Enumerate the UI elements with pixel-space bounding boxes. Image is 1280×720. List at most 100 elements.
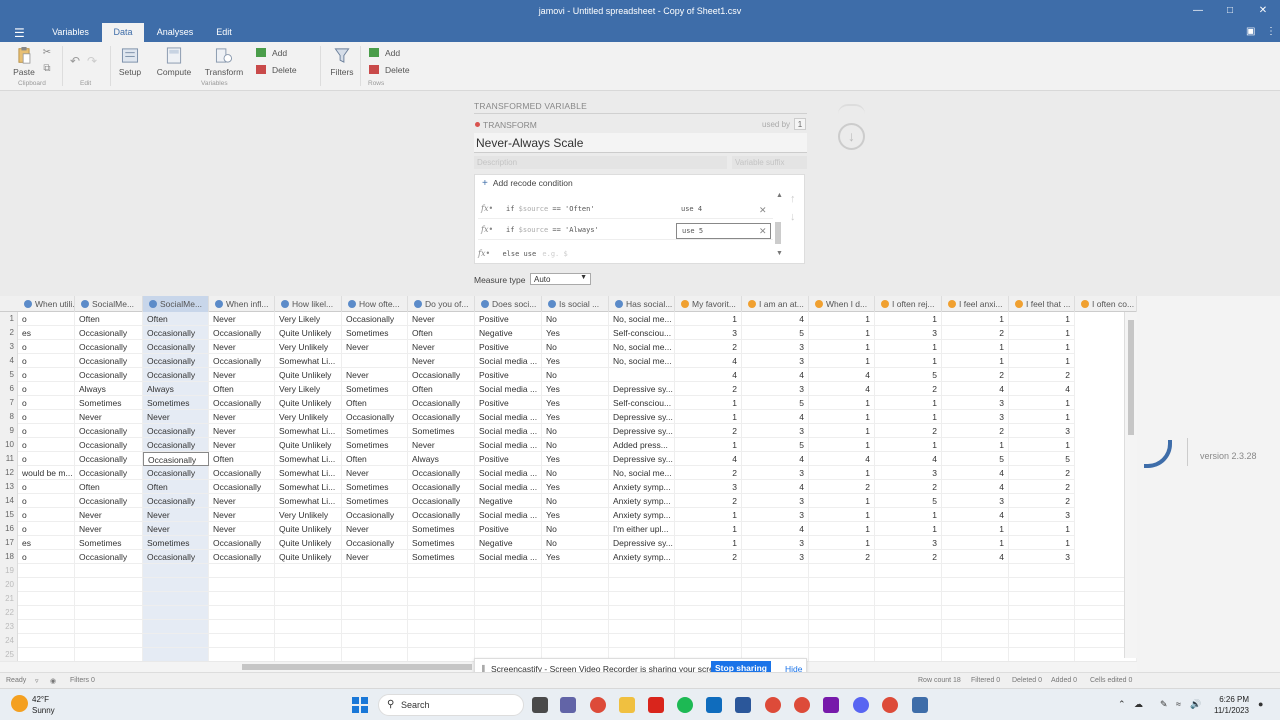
table-cell[interactable]: Occasionally xyxy=(342,508,408,522)
table-cell[interactable] xyxy=(275,634,342,648)
table-cell[interactable]: 1 xyxy=(675,438,742,452)
table-cell[interactable] xyxy=(809,606,875,620)
table-cell[interactable]: Always xyxy=(75,382,143,396)
table-cell[interactable]: Always xyxy=(143,382,209,396)
weather-condition[interactable]: Sunny xyxy=(32,706,55,715)
table-cell[interactable] xyxy=(18,606,75,620)
table-cell[interactable]: Occasionally xyxy=(75,354,143,368)
table-cell[interactable]: Never xyxy=(143,522,209,536)
table-cell[interactable]: Occasionally xyxy=(143,354,209,368)
table-cell[interactable] xyxy=(742,620,809,634)
table-cell[interactable]: Always xyxy=(408,452,475,466)
table-cell[interactable]: Occasionally xyxy=(408,466,475,480)
table-cell[interactable]: No xyxy=(542,536,609,550)
table-cell[interactable]: 1 xyxy=(675,508,742,522)
table-cell[interactable]: 2 xyxy=(675,382,742,396)
table-cell[interactable]: Social media ... xyxy=(475,466,542,480)
table-cell[interactable]: Sometimes xyxy=(342,326,408,340)
table-cell[interactable]: Negative xyxy=(475,536,542,550)
table-cell[interactable]: 2 xyxy=(675,494,742,508)
redo-icon[interactable]: ↷ xyxy=(87,54,97,68)
table-cell[interactable]: Often xyxy=(209,452,275,466)
table-cell[interactable] xyxy=(342,592,408,606)
table-cell[interactable] xyxy=(209,634,275,648)
table-cell[interactable] xyxy=(609,592,675,606)
table-cell[interactable] xyxy=(18,620,75,634)
task-view-icon[interactable] xyxy=(532,697,548,713)
file-explorer-icon[interactable] xyxy=(619,697,635,713)
table-cell[interactable]: Never xyxy=(209,438,275,452)
table-cell[interactable] xyxy=(542,620,609,634)
table-cell[interactable] xyxy=(809,578,875,592)
tab-edit[interactable]: Edit xyxy=(206,23,242,42)
table-cell[interactable]: Sometimes xyxy=(75,536,143,550)
table-cell[interactable] xyxy=(18,578,75,592)
paste-button[interactable]: Paste xyxy=(12,47,36,77)
table-cell[interactable]: Negative xyxy=(475,494,542,508)
table-cell[interactable]: Occasionally xyxy=(75,424,143,438)
table-cell[interactable]: Occasionally xyxy=(75,340,143,354)
table-cell[interactable]: 1 xyxy=(1009,340,1075,354)
table-cell[interactable]: 1 xyxy=(1009,410,1075,424)
table-cell[interactable]: Very Unlikely xyxy=(275,340,342,354)
condition-expression[interactable]: if $source == 'Always' xyxy=(506,226,599,234)
table-cell[interactable] xyxy=(1009,578,1075,592)
table-cell[interactable] xyxy=(809,564,875,578)
table-cell[interactable]: 1 xyxy=(875,508,942,522)
table-cell[interactable] xyxy=(475,578,542,592)
table-cell[interactable]: Yes xyxy=(542,410,609,424)
notification-icon[interactable]: ● xyxy=(1258,699,1263,709)
minimize-icon[interactable]: — xyxy=(1191,4,1205,18)
table-cell[interactable]: Never xyxy=(143,508,209,522)
table-cell[interactable]: Somewhat Li... xyxy=(275,452,342,466)
table-cell[interactable]: 4 xyxy=(675,368,742,382)
table-cell[interactable]: Never xyxy=(209,508,275,522)
table-cell[interactable] xyxy=(609,564,675,578)
column-header[interactable]: Does soci... xyxy=(475,296,542,312)
table-cell[interactable]: Yes xyxy=(542,354,609,368)
conditions-scrollbar[interactable] xyxy=(775,222,781,244)
table-cell[interactable]: 1 xyxy=(942,522,1009,536)
table-cell[interactable]: Anxiety symp... xyxy=(609,550,675,564)
row-number[interactable]: 6 xyxy=(0,382,18,396)
table-cell[interactable] xyxy=(342,354,408,368)
teams-icon[interactable] xyxy=(560,697,576,713)
table-cell[interactable]: 4 xyxy=(942,466,1009,480)
column-header[interactable]: Do you of... xyxy=(408,296,475,312)
table-cell[interactable]: Never xyxy=(408,438,475,452)
table-cell[interactable]: Occasionally xyxy=(143,340,209,354)
table-cell[interactable]: 1 xyxy=(875,438,942,452)
table-cell[interactable]: 5 xyxy=(742,438,809,452)
table-cell[interactable]: 5 xyxy=(742,326,809,340)
table-cell[interactable]: 3 xyxy=(1009,508,1075,522)
table-cell[interactable]: 1 xyxy=(809,466,875,480)
remove-condition-icon[interactable]: ✕ xyxy=(759,226,767,237)
table-cell[interactable]: 3 xyxy=(742,354,809,368)
table-cell[interactable]: 3 xyxy=(742,508,809,522)
table-cell[interactable] xyxy=(542,564,609,578)
table-cell[interactable]: Occasionally xyxy=(408,410,475,424)
table-cell[interactable]: 4 xyxy=(875,452,942,466)
table-cell[interactable]: Occasionally xyxy=(75,466,143,480)
row-number[interactable]: 5 xyxy=(0,368,18,382)
table-cell[interactable] xyxy=(342,564,408,578)
table-cell[interactable] xyxy=(809,592,875,606)
table-cell[interactable] xyxy=(209,620,275,634)
table-cell[interactable]: es xyxy=(18,326,75,340)
table-cell[interactable] xyxy=(18,648,75,661)
table-cell[interactable]: 1 xyxy=(942,354,1009,368)
table-cell[interactable]: 5 xyxy=(875,494,942,508)
spotify-icon[interactable] xyxy=(677,697,693,713)
function-icon[interactable]: fx• xyxy=(481,204,493,213)
table-cell[interactable] xyxy=(408,592,475,606)
onenote-icon[interactable] xyxy=(823,697,839,713)
table-cell[interactable]: Anxiety symp... xyxy=(609,480,675,494)
row-number[interactable]: 20 xyxy=(0,578,18,592)
table-cell[interactable]: 1 xyxy=(1009,326,1075,340)
table-cell[interactable]: Social media ... xyxy=(475,480,542,494)
table-cell[interactable]: 1 xyxy=(809,340,875,354)
table-cell[interactable]: Occasionally xyxy=(408,368,475,382)
row-number[interactable]: 25 xyxy=(0,648,18,661)
table-cell[interactable] xyxy=(475,592,542,606)
table-cell[interactable]: Never xyxy=(209,494,275,508)
